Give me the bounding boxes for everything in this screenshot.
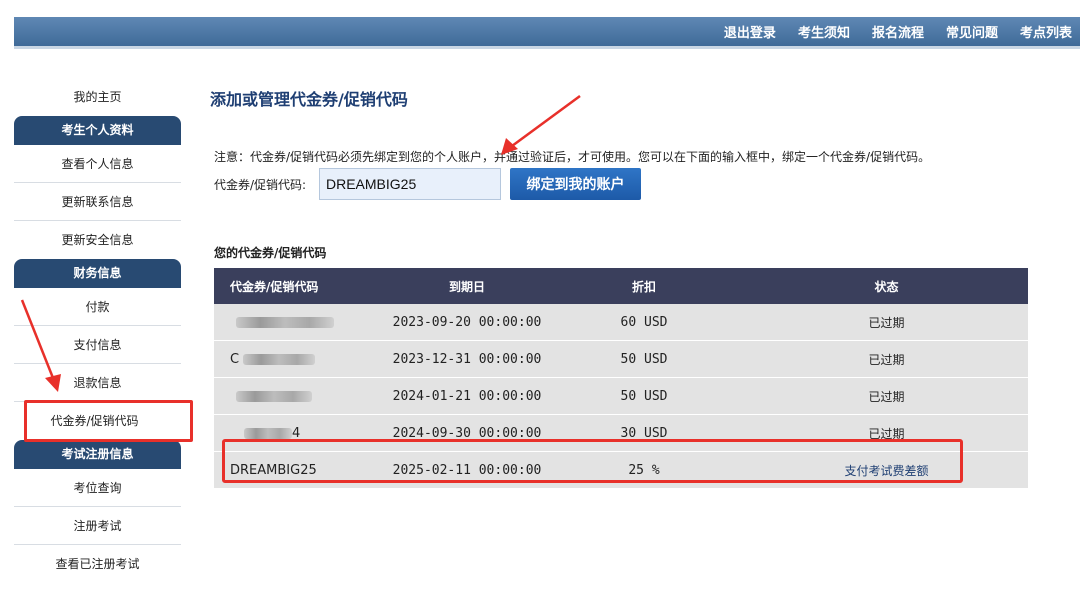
sidebar-item-register-exam[interactable]: 注册考试 — [14, 507, 181, 545]
col-header-expiry: 到期日 — [391, 268, 543, 304]
voucher-code-label: 代金券/促销代码: — [214, 178, 307, 192]
table-row: 2023-09-20 00:00:00 60 USD 已过期 — [214, 304, 1028, 341]
table-row: C 2023-12-31 00:00:00 50 USD 已过期 — [214, 340, 1028, 378]
discount-cell: 25 % — [543, 451, 745, 489]
redacted-code — [244, 427, 292, 439]
redacted-code — [236, 316, 334, 328]
voucher-code-cell: 4 — [214, 414, 391, 452]
voucher-table: 代金券/促销代码 到期日 折扣 状态 2023-09-20 00:00:00 6… — [214, 268, 1028, 489]
expiry-cell: 2023-12-31 00:00:00 — [391, 340, 543, 378]
top-nav: 退出登录 考生须知 报名流程 常见问题 考点列表 — [724, 17, 1072, 46]
sidebar-header-finance: 财务信息 — [14, 259, 181, 288]
redacted-code — [243, 353, 316, 365]
sidebar-header-profile: 考生个人资料 — [14, 116, 181, 145]
sidebar-item-view-info[interactable]: 查看个人信息 — [14, 145, 181, 183]
voucher-code-cell — [214, 377, 391, 415]
faq-link[interactable]: 常见问题 — [946, 22, 998, 41]
col-header-status: 状态 — [745, 268, 1028, 304]
page-title: 添加或管理代金券/促销代码 — [210, 90, 408, 109]
col-header-code: 代金券/促销代码 — [214, 268, 391, 304]
sidebar-item-refund-info[interactable]: 退款信息 — [14, 364, 181, 402]
expiry-cell: 2024-01-21 00:00:00 — [391, 377, 543, 415]
sidebar-item-payment-info[interactable]: 支付信息 — [14, 326, 181, 364]
top-nav-bar: 退出登录 考生须知 报名流程 常见问题 考点列表 — [14, 17, 1080, 46]
bind-to-account-button[interactable]: 绑定到我的账户 — [510, 168, 641, 200]
sidebar-item-view-registered[interactable]: 查看已注册考试 — [14, 545, 181, 583]
logout-link[interactable]: 退出登录 — [724, 22, 776, 41]
candidate-notice-link[interactable]: 考生须知 — [798, 22, 850, 41]
sidebar-item-voucher[interactable]: 代金券/促销代码 — [14, 400, 193, 442]
voucher-code-cell: DREAMBIG25 — [214, 451, 391, 489]
table-header-row: 代金券/促销代码 到期日 折扣 状态 — [214, 268, 1028, 304]
redacted-code — [236, 390, 312, 402]
col-header-discount: 折扣 — [543, 268, 745, 304]
voucher-code-cell: C — [214, 340, 391, 378]
table-row: DREAMBIG25 2025-02-11 00:00:00 25 % 支付考试… — [214, 451, 1028, 489]
test-center-list-link[interactable]: 考点列表 — [1020, 22, 1072, 41]
pay-exam-fee-difference-link[interactable]: 支付考试费差额 — [844, 464, 928, 478]
sidebar-item-update-contact[interactable]: 更新联系信息 — [14, 183, 181, 221]
voucher-code-cell — [214, 304, 391, 341]
status-cell: 已过期 — [745, 304, 1028, 341]
table-row: 2024-01-21 00:00:00 50 USD 已过期 — [214, 377, 1028, 415]
annotation-arrow-line — [511, 94, 581, 148]
table-row: 4 2024-09-30 00:00:00 30 USD 已过期 — [214, 414, 1028, 452]
voucher-list-title: 您的代金券/促销代码 — [214, 246, 327, 260]
sidebar-item-update-security[interactable]: 更新安全信息 — [14, 221, 181, 259]
registration-process-link[interactable]: 报名流程 — [872, 22, 924, 41]
discount-cell: 60 USD — [543, 304, 745, 341]
status-cell: 已过期 — [745, 340, 1028, 378]
discount-cell: 50 USD — [543, 340, 745, 378]
discount-cell: 50 USD — [543, 377, 745, 415]
sidebar-header-exam: 考试注册信息 — [14, 440, 181, 469]
voucher-code-input[interactable] — [319, 168, 501, 200]
expiry-cell: 2024-09-30 00:00:00 — [391, 414, 543, 452]
expiry-cell: 2023-09-20 00:00:00 — [391, 304, 543, 341]
status-cell: 已过期 — [745, 414, 1028, 452]
expiry-cell: 2025-02-11 00:00:00 — [391, 451, 543, 489]
status-cell: 已过期 — [745, 377, 1028, 415]
pay-difference-link-cell: 支付考试费差额 — [745, 451, 1028, 489]
sidebar-item-seat-search[interactable]: 考位查询 — [14, 469, 181, 507]
sidebar-item-home[interactable]: 我的主页 — [14, 78, 181, 116]
sidebar-item-payment[interactable]: 付款 — [14, 288, 181, 326]
topbar-divider — [14, 46, 1080, 49]
discount-cell: 30 USD — [543, 414, 745, 452]
sidebar: 我的主页 考生个人资料 查看个人信息 更新联系信息 更新安全信息 财务信息 付款… — [14, 78, 193, 583]
notice-text: 注意：代金券/促销代码必须先绑定到您的个人账户，并通过验证后，才可使用。您可以在… — [214, 150, 931, 164]
